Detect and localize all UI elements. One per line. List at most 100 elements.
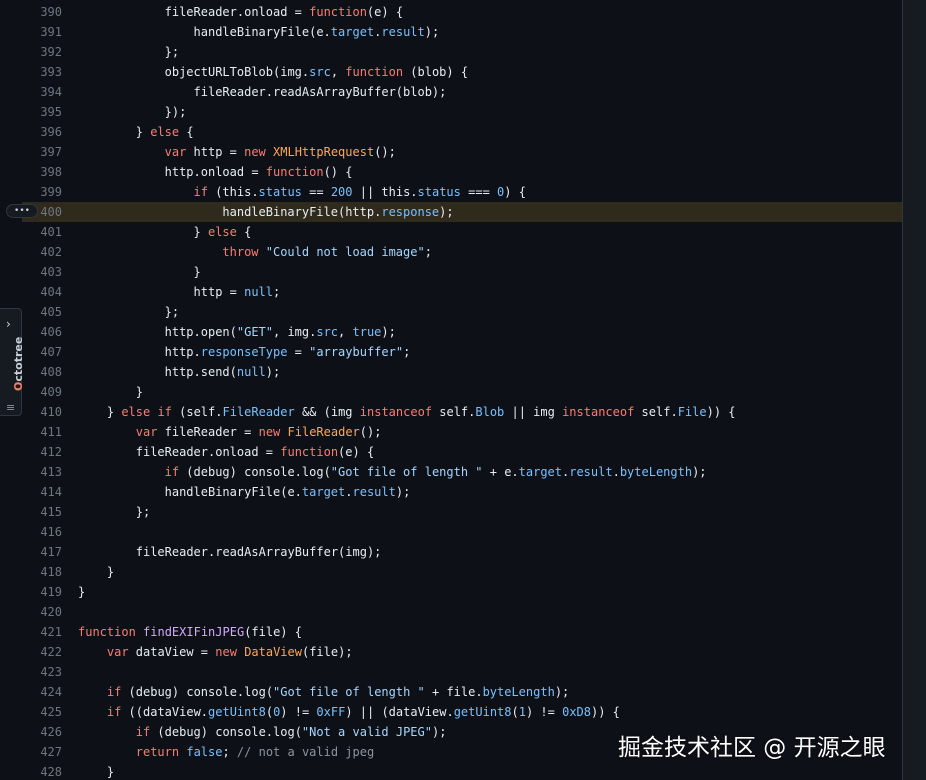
code-line[interactable]: 424 if (debug) console.log("Got file of l… — [22, 682, 902, 702]
code-line[interactable]: 400 handleBinaryFile(http.response); — [22, 202, 902, 222]
line-number[interactable]: 395 — [22, 102, 62, 122]
code-line[interactable]: 428} — [22, 762, 902, 780]
line-number[interactable]: 412 — [22, 442, 62, 462]
line-number[interactable]: 416 — [22, 522, 62, 542]
code-line[interactable]: 421 function findEXIFinJPEG(file) { — [22, 622, 902, 642]
code-line[interactable]: 401} else { — [22, 222, 902, 242]
code-token: . — [345, 485, 353, 499]
line-number[interactable]: 392 — [22, 42, 62, 62]
line-number[interactable]: 426 — [22, 722, 62, 742]
code-line[interactable]: 412 fileReader.onload = function(e) { — [22, 442, 902, 462]
code-text: } — [194, 262, 201, 282]
code-line[interactable]: 396} else { — [22, 122, 902, 142]
code-line[interactable]: 423 — [22, 662, 902, 682]
code-token: () { — [323, 165, 353, 179]
right-scroll-panel[interactable] — [902, 0, 926, 780]
code-line[interactable]: 398 http.onload = function() { — [22, 162, 902, 182]
line-number[interactable]: 406 — [22, 322, 62, 342]
code-line[interactable]: 415}; — [22, 502, 902, 522]
code-line[interactable]: 413 if (debug) console.log("Got file of l… — [22, 462, 902, 482]
code-token: FileReader — [222, 405, 295, 419]
code-token: result — [569, 465, 613, 479]
code-line[interactable]: 420 — [22, 602, 902, 622]
line-number[interactable]: 427 — [22, 742, 62, 762]
line-number[interactable]: 399 — [22, 182, 62, 202]
code-line[interactable]: 399 if (this.status == 200 || this.status… — [22, 182, 902, 202]
line-number[interactable]: 418 — [22, 562, 62, 582]
code-line[interactable]: 419} — [22, 582, 902, 602]
line-number[interactable]: 407 — [22, 342, 62, 362]
line-number[interactable]: 421 — [22, 622, 62, 642]
code-line[interactable]: 409} — [22, 382, 902, 402]
line-number[interactable]: 390 — [22, 2, 62, 22]
code-line[interactable]: 391 handleBinaryFile(e.target.result); — [22, 22, 902, 42]
line-number[interactable]: 422 — [22, 642, 62, 662]
octotree-sidebar-toggle[interactable]: › Octotree ≡ — [0, 308, 25, 416]
code-line[interactable]: 406 http.open("GET", img.src, true); — [22, 322, 902, 342]
code-line[interactable]: 390 fileReader.onload = function(e) { — [22, 2, 902, 22]
code-line[interactable]: 397 var http = new XMLHttpRequest(); — [22, 142, 902, 162]
code-token: new — [244, 145, 266, 159]
chevron-right-icon: › — [6, 317, 11, 331]
code-token: dataView = — [128, 645, 216, 659]
code-line[interactable]: 392}; — [22, 42, 902, 62]
line-number[interactable]: 423 — [22, 662, 62, 682]
line-number[interactable]: 410 — [22, 402, 62, 422]
code-line[interactable]: 410} else if (self.FileReader && (img in… — [22, 402, 902, 422]
code-token: FileReader — [287, 425, 360, 439]
code-line[interactable]: 405}; — [22, 302, 902, 322]
line-number[interactable]: 411 — [22, 422, 62, 442]
line-number[interactable]: 420 — [22, 602, 62, 622]
code-line[interactable]: 403} — [22, 262, 902, 282]
code-line[interactable]: 417 fileReader.readAsArrayBuffer(img); — [22, 542, 902, 562]
code-line[interactable]: 402 throw "Could not load image"; — [22, 242, 902, 262]
line-number[interactable]: 397 — [22, 142, 62, 162]
code-token: (e) { — [338, 445, 375, 459]
line-number[interactable]: 391 — [22, 22, 62, 42]
line-number[interactable]: 396 — [22, 122, 62, 142]
line-number[interactable]: 419 — [22, 582, 62, 602]
line-number[interactable]: 404 — [22, 282, 62, 302]
code-line[interactable]: 393 objectURLToBlob(img.src, function (bl… — [22, 62, 902, 82]
code-line[interactable]: 414 handleBinaryFile(e.target.result); — [22, 482, 902, 502]
code-line[interactable]: 408 http.send(null); — [22, 362, 902, 382]
code-view[interactable]: 390 fileReader.onload = function(e) {391 h… — [22, 2, 902, 780]
code-line[interactable]: 394 fileReader.readAsArrayBuffer(blob); — [22, 82, 902, 102]
line-number[interactable]: 398 — [22, 162, 62, 182]
line-number[interactable]: 425 — [22, 702, 62, 722]
line-number[interactable]: 402 — [22, 242, 62, 262]
line-number[interactable]: 408 — [22, 362, 62, 382]
line-number[interactable]: 424 — [22, 682, 62, 702]
code-text: http.send(null); — [165, 362, 281, 382]
code-line[interactable]: 404 http = null; — [22, 282, 902, 302]
code-token: ) != — [280, 705, 317, 719]
code-token: var — [106, 645, 129, 659]
code-token: instanceof — [562, 405, 635, 419]
line-number[interactable]: 417 — [22, 542, 62, 562]
code-text: fileReader.readAsArrayBuffer(blob); — [194, 82, 447, 102]
code-token: 0xD8 — [562, 705, 591, 719]
line-number[interactable]: 393 — [22, 62, 62, 82]
expand-lines-button[interactable]: ••• — [6, 204, 38, 218]
code-line[interactable]: 422 var dataView = new DataView(file); — [22, 642, 902, 662]
line-number[interactable]: 415 — [22, 502, 62, 522]
code-line[interactable]: 411 var fileReader = new FileReader(); — [22, 422, 902, 442]
code-line[interactable]: 395}); — [22, 102, 902, 122]
code-token: }; — [164, 45, 180, 59]
line-number[interactable]: 403 — [22, 262, 62, 282]
line-number[interactable]: 405 — [22, 302, 62, 322]
code-line[interactable]: 418} — [22, 562, 902, 582]
line-number[interactable]: 413 — [22, 462, 62, 482]
line-number[interactable]: 394 — [22, 82, 62, 102]
code-line[interactable]: 407 http.responseType = "arraybuffer"; — [22, 342, 902, 362]
code-text: handleBinaryFile(e.target.result); — [194, 22, 440, 42]
line-number[interactable]: 401 — [22, 222, 62, 242]
code-line[interactable]: 416 — [22, 522, 902, 542]
code-text: } — [136, 382, 143, 402]
line-number[interactable]: 428 — [22, 762, 62, 780]
code-token: function — [280, 445, 339, 459]
code-line[interactable]: 425 if ((dataView.getUint8(0) != 0xFF) ||… — [22, 702, 902, 722]
line-number[interactable]: 409 — [22, 382, 62, 402]
line-number[interactable]: 414 — [22, 482, 62, 502]
